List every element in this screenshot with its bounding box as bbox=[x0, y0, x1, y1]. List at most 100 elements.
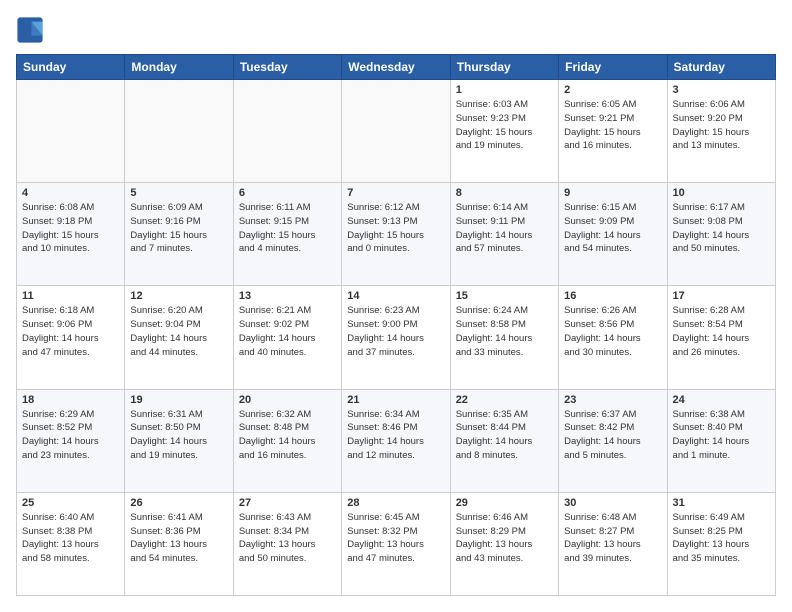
day-info: Sunrise: 6:28 AMSunset: 8:54 PMDaylight:… bbox=[673, 304, 770, 359]
day-info: Sunrise: 6:24 AMSunset: 8:58 PMDaylight:… bbox=[456, 304, 553, 359]
day-info: Sunrise: 6:20 AMSunset: 9:04 PMDaylight:… bbox=[130, 304, 227, 359]
day-info: Sunrise: 6:14 AMSunset: 9:11 PMDaylight:… bbox=[456, 201, 553, 256]
calendar-week-row: 25Sunrise: 6:40 AMSunset: 8:38 PMDayligh… bbox=[17, 492, 776, 595]
day-number: 22 bbox=[456, 394, 553, 406]
day-number: 1 bbox=[456, 84, 553, 96]
day-number: 26 bbox=[130, 497, 227, 509]
day-number: 21 bbox=[347, 394, 444, 406]
day-info: Sunrise: 6:38 AMSunset: 8:40 PMDaylight:… bbox=[673, 408, 770, 463]
day-info: Sunrise: 6:03 AMSunset: 9:23 PMDaylight:… bbox=[456, 98, 553, 153]
table-row: 9 Sunrise: 6:15 AMSunset: 9:09 PMDaylight… bbox=[559, 183, 667, 286]
table-row: 4Sunrise: 6:08 AMSunset: 9:18 PMDaylight… bbox=[17, 183, 125, 286]
day-info: Sunrise: 6:29 AMSunset: 8:52 PMDaylight:… bbox=[22, 408, 119, 463]
table-row: 18 Sunrise: 6:29 AMSunset: 8:52 PMDayligh… bbox=[17, 389, 125, 492]
day-number: 18 bbox=[22, 394, 119, 406]
table-row: 23 Sunrise: 6:37 AMSunset: 8:42 PMDayligh… bbox=[559, 389, 667, 492]
table-row: 21 Sunrise: 6:34 AMSunset: 8:46 PMDayligh… bbox=[342, 389, 450, 492]
day-info: Sunrise: 6:48 AMSunset: 8:27 PMDaylight:… bbox=[564, 511, 661, 566]
table-row: 26 Sunrise: 6:41 AMSunset: 8:36 PMDayligh… bbox=[125, 492, 233, 595]
table-row bbox=[17, 80, 125, 183]
day-number: 16 bbox=[564, 290, 661, 302]
day-info: Sunrise: 6:49 AMSunset: 8:25 PMDaylight:… bbox=[673, 511, 770, 566]
table-row bbox=[125, 80, 233, 183]
table-row: 31 Sunrise: 6:49 AMSunset: 8:25 PMDayligh… bbox=[667, 492, 775, 595]
day-info: Sunrise: 6:43 AMSunset: 8:34 PMDaylight:… bbox=[239, 511, 336, 566]
day-number: 23 bbox=[564, 394, 661, 406]
day-number: 20 bbox=[239, 394, 336, 406]
day-info: Sunrise: 6:35 AMSunset: 8:44 PMDaylight:… bbox=[456, 408, 553, 463]
table-row bbox=[233, 80, 341, 183]
day-number: 29 bbox=[456, 497, 553, 509]
day-number: 11 bbox=[22, 290, 119, 302]
table-row: 14Sunrise: 6:23 AMSunset: 9:00 PMDayligh… bbox=[342, 286, 450, 389]
day-number: 12 bbox=[130, 290, 227, 302]
day-number: 9 bbox=[564, 187, 661, 199]
day-info: Sunrise: 6:45 AMSunset: 8:32 PMDaylight:… bbox=[347, 511, 444, 566]
table-row: 25Sunrise: 6:40 AMSunset: 8:38 PMDayligh… bbox=[17, 492, 125, 595]
table-row: 3Sunrise: 6:06 AMSunset: 9:20 PMDaylight… bbox=[667, 80, 775, 183]
table-row: 27 Sunrise: 6:43 AMSunset: 8:34 PMDayligh… bbox=[233, 492, 341, 595]
page: Sunday Monday Tuesday Wednesday Thursday… bbox=[0, 0, 792, 612]
day-number: 6 bbox=[239, 187, 336, 199]
day-number: 15 bbox=[456, 290, 553, 302]
calendar-header-row: Sunday Monday Tuesday Wednesday Thursday… bbox=[17, 55, 776, 80]
table-row: 24 Sunrise: 6:38 AMSunset: 8:40 PMDayligh… bbox=[667, 389, 775, 492]
logo bbox=[16, 16, 48, 44]
table-row: 28 Sunrise: 6:45 AMSunset: 8:32 PMDayligh… bbox=[342, 492, 450, 595]
day-number: 28 bbox=[347, 497, 444, 509]
day-number: 10 bbox=[673, 187, 770, 199]
day-info: Sunrise: 6:26 AMSunset: 8:56 PMDaylight:… bbox=[564, 304, 661, 359]
day-number: 13 bbox=[239, 290, 336, 302]
col-thursday: Thursday bbox=[450, 55, 558, 80]
table-row: 2 Sunrise: 6:05 AMSunset: 9:21 PMDaylight… bbox=[559, 80, 667, 183]
table-row: 16 Sunrise: 6:26 AMSunset: 8:56 PMDayligh… bbox=[559, 286, 667, 389]
day-info: Sunrise: 6:09 AMSunset: 9:16 PMDaylight:… bbox=[130, 201, 227, 256]
table-row: 6 Sunrise: 6:11 AMSunset: 9:15 PMDaylight… bbox=[233, 183, 341, 286]
table-row: 15 Sunrise: 6:24 AMSunset: 8:58 PMDayligh… bbox=[450, 286, 558, 389]
table-row: 5Sunrise: 6:09 AMSunset: 9:16 PMDaylight… bbox=[125, 183, 233, 286]
calendar-week-row: 11Sunrise: 6:18 AMSunset: 9:06 PMDayligh… bbox=[17, 286, 776, 389]
day-info: Sunrise: 6:32 AMSunset: 8:48 PMDaylight:… bbox=[239, 408, 336, 463]
table-row: 22 Sunrise: 6:35 AMSunset: 8:44 PMDayligh… bbox=[450, 389, 558, 492]
table-row: 19 Sunrise: 6:31 AMSunset: 8:50 PMDayligh… bbox=[125, 389, 233, 492]
day-number: 27 bbox=[239, 497, 336, 509]
day-number: 2 bbox=[564, 84, 661, 96]
table-row bbox=[342, 80, 450, 183]
day-info: Sunrise: 6:41 AMSunset: 8:36 PMDaylight:… bbox=[130, 511, 227, 566]
day-info: Sunrise: 6:34 AMSunset: 8:46 PMDaylight:… bbox=[347, 408, 444, 463]
day-number: 19 bbox=[130, 394, 227, 406]
col-tuesday: Tuesday bbox=[233, 55, 341, 80]
day-number: 31 bbox=[673, 497, 770, 509]
calendar-table: Sunday Monday Tuesday Wednesday Thursday… bbox=[16, 54, 776, 596]
day-info: Sunrise: 6:46 AMSunset: 8:29 PMDaylight:… bbox=[456, 511, 553, 566]
calendar-week-row: 18 Sunrise: 6:29 AMSunset: 8:52 PMDayligh… bbox=[17, 389, 776, 492]
day-info: Sunrise: 6:06 AMSunset: 9:20 PMDaylight:… bbox=[673, 98, 770, 153]
table-row: 1 Sunrise: 6:03 AMSunset: 9:23 PMDaylight… bbox=[450, 80, 558, 183]
table-row: 17 Sunrise: 6:28 AMSunset: 8:54 PMDayligh… bbox=[667, 286, 775, 389]
day-info: Sunrise: 6:40 AMSunset: 8:38 PMDaylight:… bbox=[22, 511, 119, 566]
day-number: 8 bbox=[456, 187, 553, 199]
day-number: 24 bbox=[673, 394, 770, 406]
header bbox=[16, 16, 776, 44]
table-row: 20 Sunrise: 6:32 AMSunset: 8:48 PMDayligh… bbox=[233, 389, 341, 492]
day-info: Sunrise: 6:17 AMSunset: 9:08 PMDaylight:… bbox=[673, 201, 770, 256]
day-number: 14 bbox=[347, 290, 444, 302]
day-info: Sunrise: 6:15 AMSunset: 9:09 PMDaylight:… bbox=[564, 201, 661, 256]
day-info: Sunrise: 6:05 AMSunset: 9:21 PMDaylight:… bbox=[564, 98, 661, 153]
calendar-week-row: 4Sunrise: 6:08 AMSunset: 9:18 PMDaylight… bbox=[17, 183, 776, 286]
table-row: 11Sunrise: 6:18 AMSunset: 9:06 PMDayligh… bbox=[17, 286, 125, 389]
day-number: 30 bbox=[564, 497, 661, 509]
table-row: 29 Sunrise: 6:46 AMSunset: 8:29 PMDayligh… bbox=[450, 492, 558, 595]
day-info: Sunrise: 6:11 AMSunset: 9:15 PMDaylight:… bbox=[239, 201, 336, 256]
calendar-week-row: 1 Sunrise: 6:03 AMSunset: 9:23 PMDaylight… bbox=[17, 80, 776, 183]
col-sunday: Sunday bbox=[17, 55, 125, 80]
table-row: 30 Sunrise: 6:48 AMSunset: 8:27 PMDayligh… bbox=[559, 492, 667, 595]
day-number: 17 bbox=[673, 290, 770, 302]
table-row: 8 Sunrise: 6:14 AMSunset: 9:11 PMDaylight… bbox=[450, 183, 558, 286]
day-info: Sunrise: 6:31 AMSunset: 8:50 PMDaylight:… bbox=[130, 408, 227, 463]
table-row: 12 Sunrise: 6:20 AMSunset: 9:04 PMDayligh… bbox=[125, 286, 233, 389]
col-monday: Monday bbox=[125, 55, 233, 80]
col-wednesday: Wednesday bbox=[342, 55, 450, 80]
day-info: Sunrise: 6:37 AMSunset: 8:42 PMDaylight:… bbox=[564, 408, 661, 463]
day-info: Sunrise: 6:21 AMSunset: 9:02 PMDaylight:… bbox=[239, 304, 336, 359]
